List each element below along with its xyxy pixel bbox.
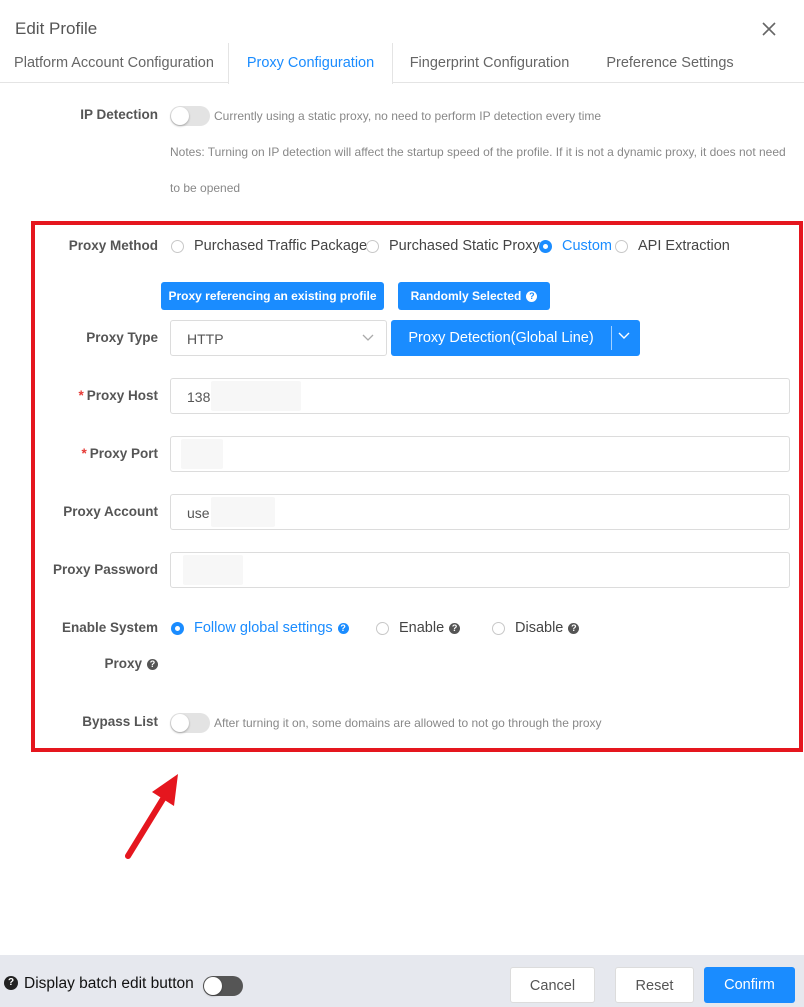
help-icon: ? [147, 658, 158, 670]
button-divider [611, 326, 612, 350]
close-icon[interactable] [760, 20, 778, 38]
radio-label: Disable [515, 620, 564, 636]
toggle-knob [171, 107, 189, 125]
tab-fingerprint-configuration[interactable]: Fingerprint Configuration [393, 43, 586, 83]
proxy-account-value: use [187, 505, 210, 521]
ip-detection-hint: Currently using a static proxy, no need … [214, 109, 602, 123]
proxy-password-input[interactable] [170, 552, 790, 588]
tab-platform-account[interactable]: Platform Account Configuration [0, 43, 228, 83]
radio-circle [615, 239, 628, 253]
ip-detection-note: Notes: Turning on IP detection will affe… [170, 145, 786, 159]
chevron-down-icon [362, 334, 374, 341]
annotation-arrow [125, 774, 178, 859]
help-icon: ? [4, 976, 18, 990]
system-proxy-label-cont: Proxy? [40, 656, 158, 671]
required-mark: * [78, 388, 84, 403]
tab-preference-settings[interactable]: Preference Settings [586, 43, 754, 83]
randomly-selected-button[interactable]: Randomly Selected? [398, 282, 550, 310]
radio-circle-selected [171, 621, 184, 635]
proxy-host-label-text: Proxy Host [86, 388, 158, 403]
radio-label: API Extraction [638, 238, 730, 254]
redacted-area [181, 439, 223, 469]
radio-circle [492, 621, 505, 635]
help-icon: ? [449, 622, 461, 634]
bypass-list-label: Bypass List [82, 714, 158, 729]
radio-purchased-traffic-package[interactable]: Purchased Traffic Package [171, 238, 367, 254]
proxy-password-label: Proxy Password [52, 562, 158, 577]
radio-enable[interactable]: Enable? [376, 620, 461, 636]
batch-edit-label: Display batch edit button [24, 975, 194, 992]
required-mark: * [81, 446, 87, 461]
tab-proxy-configuration[interactable]: Proxy Configuration [228, 43, 393, 84]
radio-api-extraction[interactable]: API Extraction [615, 238, 730, 254]
confirm-button[interactable]: Confirm [704, 967, 795, 1003]
proxy-port-label: * Proxy Port [40, 446, 158, 461]
redacted-area [211, 497, 275, 527]
help-icon: ? [568, 622, 580, 634]
proxy-reference-profile-button[interactable]: Proxy referencing an existing profile [161, 282, 384, 310]
radio-label: Purchased Static Proxy [389, 238, 540, 254]
footer-bar: ? Display batch edit button Cancel Reset… [0, 955, 804, 1007]
radio-disable[interactable]: Disable? [492, 620, 580, 636]
dialog-title: Edit Profile [15, 19, 98, 38]
proxy-type-value: HTTP [187, 331, 224, 347]
system-proxy-label-text: Proxy [104, 656, 142, 671]
proxy-method-label: Proxy Method [68, 238, 158, 253]
radio-circle [376, 621, 389, 635]
proxy-port-input[interactable] [170, 436, 790, 472]
bypass-list-toggle[interactable] [170, 713, 210, 733]
toggle-knob [171, 714, 189, 732]
radio-custom[interactable]: Custom [539, 238, 612, 254]
toggle-knob [204, 977, 222, 995]
bypass-list-hint: After turning it on, some domains are al… [214, 716, 602, 730]
proxy-port-label-text: Proxy Port [89, 446, 158, 461]
radio-circle-selected [539, 239, 552, 253]
proxy-account-input[interactable]: use [170, 494, 790, 530]
proxy-host-input[interactable]: 138 [170, 378, 790, 414]
ip-detection-toggle[interactable] [170, 106, 210, 126]
redacted-area [183, 555, 243, 585]
proxy-account-label: Proxy Account [63, 504, 158, 519]
randomly-selected-label: Randomly Selected [410, 289, 522, 303]
reset-button[interactable]: Reset [615, 967, 694, 1003]
radio-label: Enable [399, 620, 445, 636]
proxy-type-label: Proxy Type [86, 330, 158, 345]
cancel-button[interactable]: Cancel [510, 967, 595, 1003]
batch-edit-toggle[interactable] [203, 976, 243, 996]
help-icon: ? [526, 291, 538, 303]
ip-detection-label: IP Detection [80, 107, 158, 122]
proxy-host-label: * Proxy Host [40, 388, 158, 403]
system-proxy-label: Enable System [61, 620, 158, 635]
proxy-detection-button[interactable]: Proxy Detection(Global Line) [391, 320, 640, 356]
radio-label: Follow global settings [194, 620, 333, 636]
tab-bar: Platform Account Configuration Proxy Con… [0, 43, 804, 84]
radio-purchased-static-proxy[interactable]: Purchased Static Proxy [366, 238, 540, 254]
help-icon: ? [337, 622, 349, 634]
proxy-host-value: 138 [187, 389, 211, 405]
radio-label: Custom [562, 238, 612, 254]
radio-label: Purchased Traffic Package [194, 238, 368, 254]
proxy-detection-label: Proxy Detection(Global Line) [408, 330, 594, 346]
radio-circle [366, 239, 379, 253]
ip-detection-note-cont: to be opened [170, 181, 241, 195]
radio-circle [171, 239, 184, 253]
chevron-down-icon[interactable] [618, 332, 630, 340]
radio-follow-global-settings[interactable]: Follow global settings? [171, 620, 349, 636]
proxy-type-select[interactable]: HTTP [170, 320, 387, 356]
redacted-area [211, 381, 301, 411]
